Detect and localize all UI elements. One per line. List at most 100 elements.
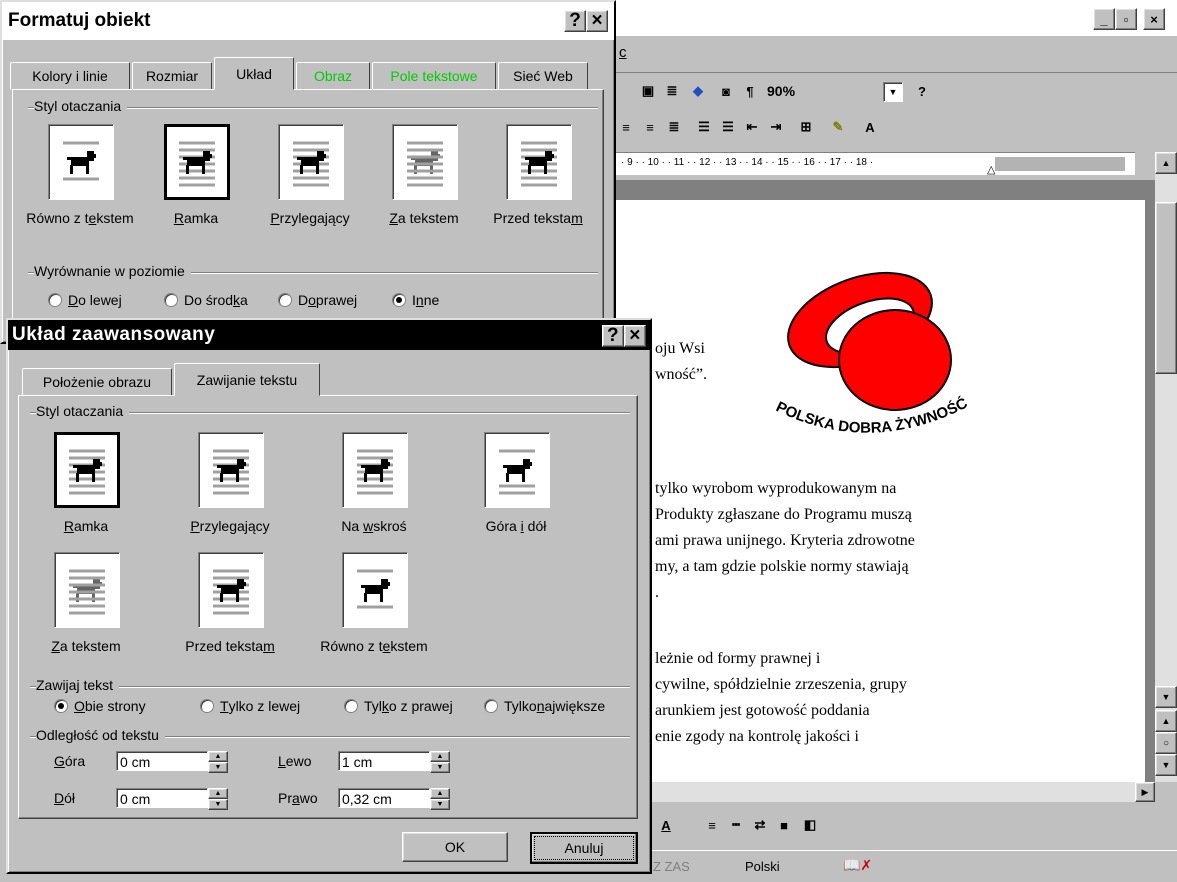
spin-down-icon[interactable]: ▼ <box>430 799 450 810</box>
font-color-icon[interactable]: A <box>655 814 677 836</box>
highlight-icon[interactable]: ✎ <box>827 116 849 138</box>
font-color-icon[interactable]: A <box>859 116 881 138</box>
top-distance-input[interactable]: 0 cm <box>116 751 208 771</box>
tab-picture[interactable]: Obraz <box>296 62 370 90</box>
restore-button[interactable]: ▫ <box>1115 8 1137 30</box>
document-page[interactable]: oju Wsi wność”. tylko wyrobom wyprodukow… <box>615 200 1145 782</box>
format-wrap-option-behind[interactable] <box>392 124 458 200</box>
border-icon[interactable]: ⊞ <box>795 116 817 138</box>
close-button[interactable]: × <box>586 10 608 32</box>
adv-wrap-option-front[interactable] <box>198 552 264 628</box>
dash-style-icon[interactable]: ┅ <box>725 814 747 836</box>
align-center-icon[interactable]: ≡ <box>615 116 637 138</box>
bottom-distance-spinner[interactable]: 0 cm ▲ ▼ <box>116 788 228 810</box>
tab-web[interactable]: Sieć Web <box>498 62 588 90</box>
pilcrow-icon[interactable]: ¶ <box>739 80 761 102</box>
help-button[interactable]: ? <box>602 325 624 347</box>
help-button[interactable]: ? <box>564 10 586 32</box>
line-style-icon[interactable]: ≡ <box>701 814 723 836</box>
indent-marker[interactable]: △ <box>987 163 995 176</box>
picture-icon[interactable]: ▣ <box>637 80 659 102</box>
adv-wrap-option-topbottom[interactable] <box>484 432 550 508</box>
scroll-down-arrow[interactable]: ▼ <box>1155 686 1177 708</box>
next-page-icon[interactable]: ▼ <box>1155 754 1177 776</box>
shadow-icon[interactable]: ■ <box>773 814 795 836</box>
bullets-icon[interactable]: ☰ <box>717 116 739 138</box>
justify-icon[interactable]: ≣ <box>663 116 685 138</box>
close-word-button[interactable]: × <box>1143 8 1165 30</box>
vertical-scrollbar[interactable]: ▲ ▼ ▲ ○ ▼ <box>1155 152 1177 782</box>
adv-wrap-option-inline[interactable] <box>342 552 408 628</box>
adv-wrap-option-tight[interactable] <box>198 432 264 508</box>
numbering-icon[interactable]: ☰ <box>693 116 715 138</box>
tab-text-wrapping[interactable]: Zawijanie tekstu <box>174 363 320 396</box>
spin-up-icon[interactable]: ▲ <box>208 788 228 799</box>
increase-indent-icon[interactable]: ⇥ <box>765 116 787 138</box>
menu-item-partial[interactable]: c <box>619 44 627 61</box>
doc-line: ami prawa unijnego. Kryteria zdrowotne <box>655 532 915 549</box>
spin-up-icon[interactable]: ▲ <box>430 751 450 762</box>
scroll-up-arrow[interactable]: ▲ <box>1155 152 1177 174</box>
drawing-icon[interactable]: ◆ <box>687 80 709 102</box>
format-wrap-option-tight[interactable] <box>278 124 344 200</box>
tab-picture-position[interactable]: Położenie obrazu <box>22 368 172 396</box>
doc-line: leżnie od formy prawnej i <box>655 650 821 667</box>
format-wrap-option-front[interactable] <box>506 124 572 200</box>
spelling-status-icon[interactable]: 📖✗ <box>843 857 872 874</box>
zoom-dropdown[interactable]: ▼ <box>883 82 903 102</box>
align-right-icon[interactable]: ≡ <box>639 116 661 138</box>
halign-radio-1[interactable]: Do środ k a <box>164 292 248 308</box>
wraptext-radio-2[interactable]: Tyl k o z prawej <box>344 698 453 714</box>
format-wrap-option-inline[interactable] <box>48 124 114 200</box>
close-button[interactable]: × <box>624 325 646 347</box>
arrow-style-icon[interactable]: ⇄ <box>749 814 771 836</box>
right-distance-spinner[interactable]: 0,32 cm ▲ ▼ <box>338 788 450 810</box>
help-icon[interactable]: ? <box>911 80 933 102</box>
select-browse-object-icon[interactable]: ○ <box>1155 732 1177 754</box>
adv-wrap-label-through: Na wskroś <box>341 518 407 534</box>
spin-up-icon[interactable]: ▲ <box>430 788 450 799</box>
wraptext-radio-1[interactable]: Tylko z lewej <box>200 698 300 714</box>
minimize-button[interactable]: _ <box>1093 8 1115 30</box>
decrease-indent-icon[interactable]: ⇤ <box>741 116 763 138</box>
spin-up-icon[interactable]: ▲ <box>208 751 228 762</box>
scroll-thumb[interactable] <box>1155 202 1177 374</box>
tab-colors-lines[interactable]: Kolory i linie <box>10 62 130 90</box>
adv-wrap-option-square[interactable] <box>54 432 120 508</box>
zoom-value[interactable]: 90% <box>767 83 795 99</box>
spin-down-icon[interactable]: ▼ <box>430 762 450 773</box>
ok-button[interactable]: OK <box>402 832 508 862</box>
cancel-button[interactable]: Anuluj <box>530 832 638 864</box>
3d-icon[interactable]: ◧ <box>799 814 821 836</box>
halign-radio-3[interactable]: In ne <box>392 292 439 308</box>
top-distance-spinner[interactable]: 0 cm ▲ ▼ <box>116 751 228 773</box>
tab-size[interactable]: Rozmiar <box>132 62 212 90</box>
bottom-distance-input[interactable]: 0 cm <box>116 788 208 808</box>
spin-down-icon[interactable]: ▼ <box>208 762 228 773</box>
scroll-right-arrow[interactable]: ▶ <box>1135 782 1155 802</box>
left-distance-input[interactable]: 1 cm <box>338 751 430 771</box>
format-wrap-label-inline: Równo z tekstem <box>26 210 134 226</box>
tab-layout[interactable]: Układ <box>214 57 294 90</box>
doc-map-icon[interactable]: ◙ <box>715 80 737 102</box>
horizontal-scrollbar[interactable]: ▶ <box>615 782 1155 802</box>
adv-wrap-option-behind[interactable] <box>54 552 120 628</box>
columns-icon[interactable]: ≣ <box>661 80 683 102</box>
spin-down-icon[interactable]: ▼ <box>208 799 228 810</box>
format-wrap-option-square[interactable] <box>164 124 230 200</box>
word-window: _ ▫ × c ▣ ≣ ◆ ◙ ¶ 90% ▼ ? ≡ ≡ ≣ ☰ ☰ ⇤ ⇥ … <box>615 0 1177 881</box>
distance-group-label: Odległość od tekstu <box>36 727 165 743</box>
advanced-dialog-title: Układ zaawansowany <box>12 324 216 345</box>
halign-radio-2[interactable]: Do prawej <box>278 292 357 308</box>
adv-wrap-option-through[interactable] <box>342 432 408 508</box>
wraptext-radio-0[interactable]: Obie strony <box>54 698 146 714</box>
tab-text-box[interactable]: Pole tekstowe <box>372 62 496 90</box>
halign-radio-0[interactable]: Do lewej <box>48 292 122 308</box>
wraptext-radio-3[interactable]: Tylko n ajwiększe <box>484 698 605 714</box>
polska-dobra-zywnosc-logo[interactable]: POLSKA DOBRA ŻYWNOŚĆ <box>765 270 995 450</box>
left-distance-spinner[interactable]: 1 cm ▲ ▼ <box>338 751 450 773</box>
right-distance-input[interactable]: 0,32 cm <box>338 788 430 808</box>
standard-toolbar: ▣ ≣ ◆ ◙ ¶ 90% ▼ ? <box>615 76 1177 106</box>
right-distance-label: Prawo <box>278 790 318 806</box>
prev-page-icon[interactable]: ▲ <box>1155 710 1177 732</box>
